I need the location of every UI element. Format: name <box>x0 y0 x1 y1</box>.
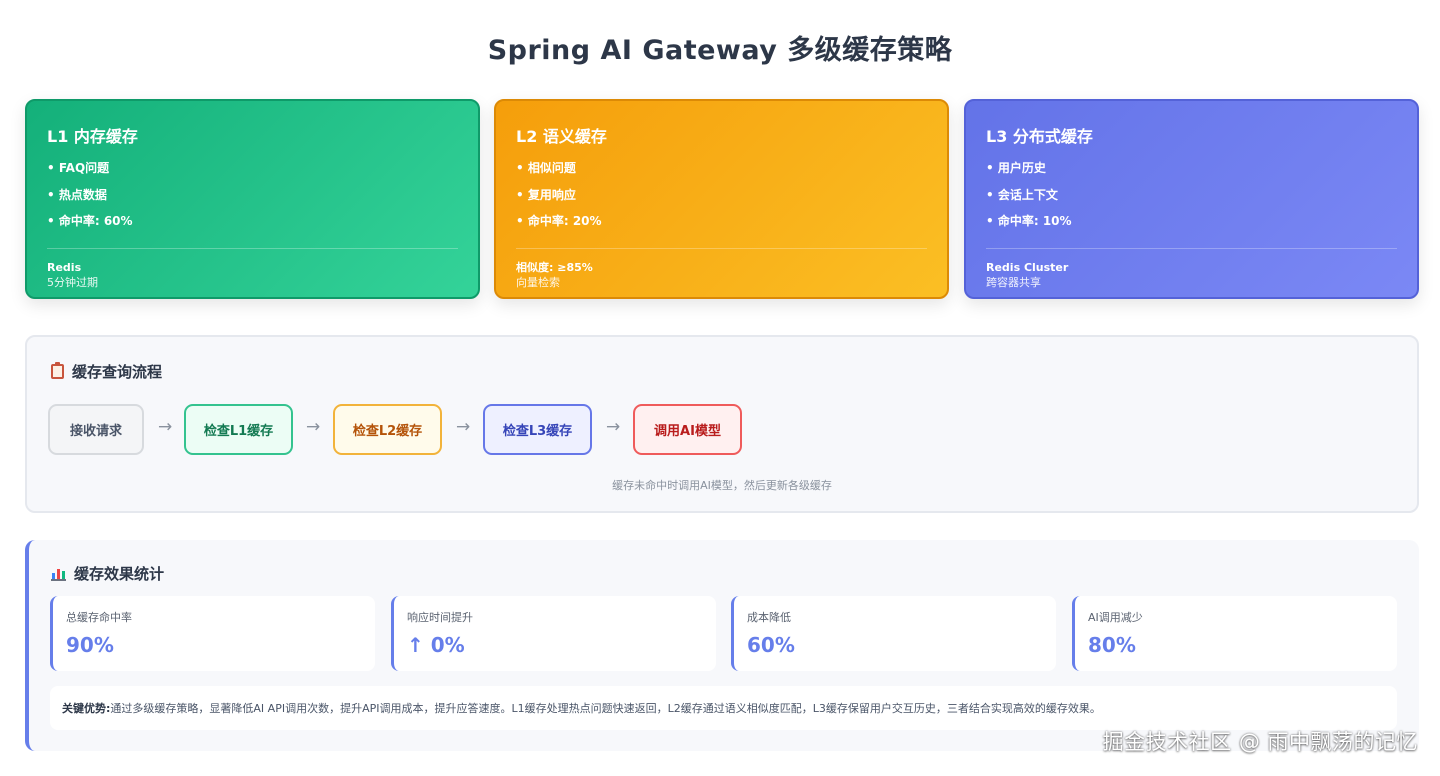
stat-card-ai-call-reduction: AI调用减少 80% <box>1072 596 1397 671</box>
tier-title: L1 内存缓存 <box>47 127 138 146</box>
flow-section-title: 缓存查询流程 <box>51 361 162 382</box>
cache-stats-section: 缓存效果统计 总缓存命中率 90% 响应时间提升 ↑ 0% 成本降低 60% A… <box>25 540 1419 751</box>
tier-title: L2 语义缓存 <box>516 127 607 146</box>
tier-card-l2: L2 语义缓存 • 相似问题 • 复用响应 • 命中率: 20% 相似度: ≥8… <box>494 99 949 299</box>
watermark: 掘金技术社区 @ 雨中飘荡的记忆 <box>1102 730 1418 754</box>
flow-step-call-ai-model: 调用AI模型 <box>633 404 742 455</box>
tier-item: • 命中率: 10% <box>986 214 1072 228</box>
tier-card-l1: L1 内存缓存 • FAQ问题 • 热点数据 • 命中率: 60% Redis … <box>25 99 480 299</box>
arrow-right-icon: → <box>606 417 621 437</box>
divider <box>986 247 1397 249</box>
flow-title-text: 缓存查询流程 <box>72 363 163 381</box>
stat-card-cost-reduction: 成本降低 60% <box>731 596 1056 671</box>
tier-meta-primary: 相似度: ≥85% <box>516 260 593 274</box>
note-label: 关键优势: <box>62 702 111 715</box>
flow-step-receive-request: 接收请求 <box>48 404 144 455</box>
tier-meta-primary: Redis <box>47 260 82 274</box>
flow-step-check-l1: 检查L1缓存 <box>184 404 293 455</box>
divider <box>516 247 927 249</box>
stat-value: ↑ 0% <box>407 633 465 657</box>
stats-section-title: 缓存效果统计 <box>51 563 164 584</box>
page-title: Spring AI Gateway 多级缓存策略 <box>487 35 953 66</box>
arrow-right-icon: → <box>456 417 471 437</box>
stat-value: 90% <box>66 633 114 657</box>
flow-note: 缓存未命中时调用AI模型，然后更新各级缓存 <box>612 479 832 492</box>
flow-step-check-l3: 检查L3缓存 <box>483 404 592 455</box>
stat-label: AI调用减少 <box>1088 611 1143 624</box>
stat-label: 响应时间提升 <box>407 611 473 624</box>
tier-item: • 命中率: 20% <box>516 214 602 228</box>
stat-label: 成本降低 <box>747 611 791 624</box>
arrow-right-icon: → <box>158 417 173 437</box>
divider <box>47 247 458 249</box>
flow-step-check-l2: 检查L2缓存 <box>333 404 442 455</box>
stat-card-response-time: 响应时间提升 ↑ 0% <box>391 596 716 671</box>
tier-meta-secondary: 跨容器共享 <box>986 275 1041 289</box>
note-text: 通过多级缓存策略，显著降低AI API调用次数，提升API调用成本，提升应答速度… <box>110 702 1101 715</box>
tier-item: • FAQ问题 <box>47 161 110 175</box>
tier-item: • 命中率: 60% <box>47 214 133 228</box>
tier-item: • 热点数据 <box>47 187 107 202</box>
stats-title-text: 缓存效果统计 <box>74 565 165 583</box>
stat-value: 60% <box>747 633 795 657</box>
tier-item: • 会话上下文 <box>986 187 1058 202</box>
stat-label: 总缓存命中率 <box>66 611 132 624</box>
cache-tier-cards: L1 内存缓存 • FAQ问题 • 热点数据 • 命中率: 60% Redis … <box>25 99 1419 299</box>
tier-meta-primary: Redis Cluster <box>986 260 1069 274</box>
tier-meta-secondary: 5分钟过期 <box>47 275 98 289</box>
arrow-right-icon: → <box>306 417 321 437</box>
stat-value: 80% <box>1088 633 1136 657</box>
page: Spring AI Gateway 多级缓存策略 L1 内存缓存 • FAQ问题… <box>0 0 1440 776</box>
tier-card-l3: L3 分布式缓存 • 用户历史 • 会话上下文 • 命中率: 10% Redis… <box>964 99 1419 299</box>
clipboard-icon <box>51 362 64 379</box>
cache-flow-section: 缓存查询流程 接收请求 → 检查L1缓存 → 检查L2缓存 → 检查L3缓存 →… <box>25 335 1419 513</box>
tier-item: • 复用响应 <box>516 187 576 202</box>
tier-item: • 用户历史 <box>986 161 1046 175</box>
tier-title: L3 分布式缓存 <box>986 127 1093 146</box>
stat-card-hit-rate: 总缓存命中率 90% <box>50 596 375 671</box>
tier-meta-secondary: 向量检索 <box>516 275 560 289</box>
bar-chart-icon <box>51 567 66 581</box>
key-advantage-note: 关键优势: 通过多级缓存策略，显著降低AI API调用次数，提升API调用成本，… <box>50 686 1397 730</box>
tier-item: • 相似问题 <box>516 161 576 175</box>
